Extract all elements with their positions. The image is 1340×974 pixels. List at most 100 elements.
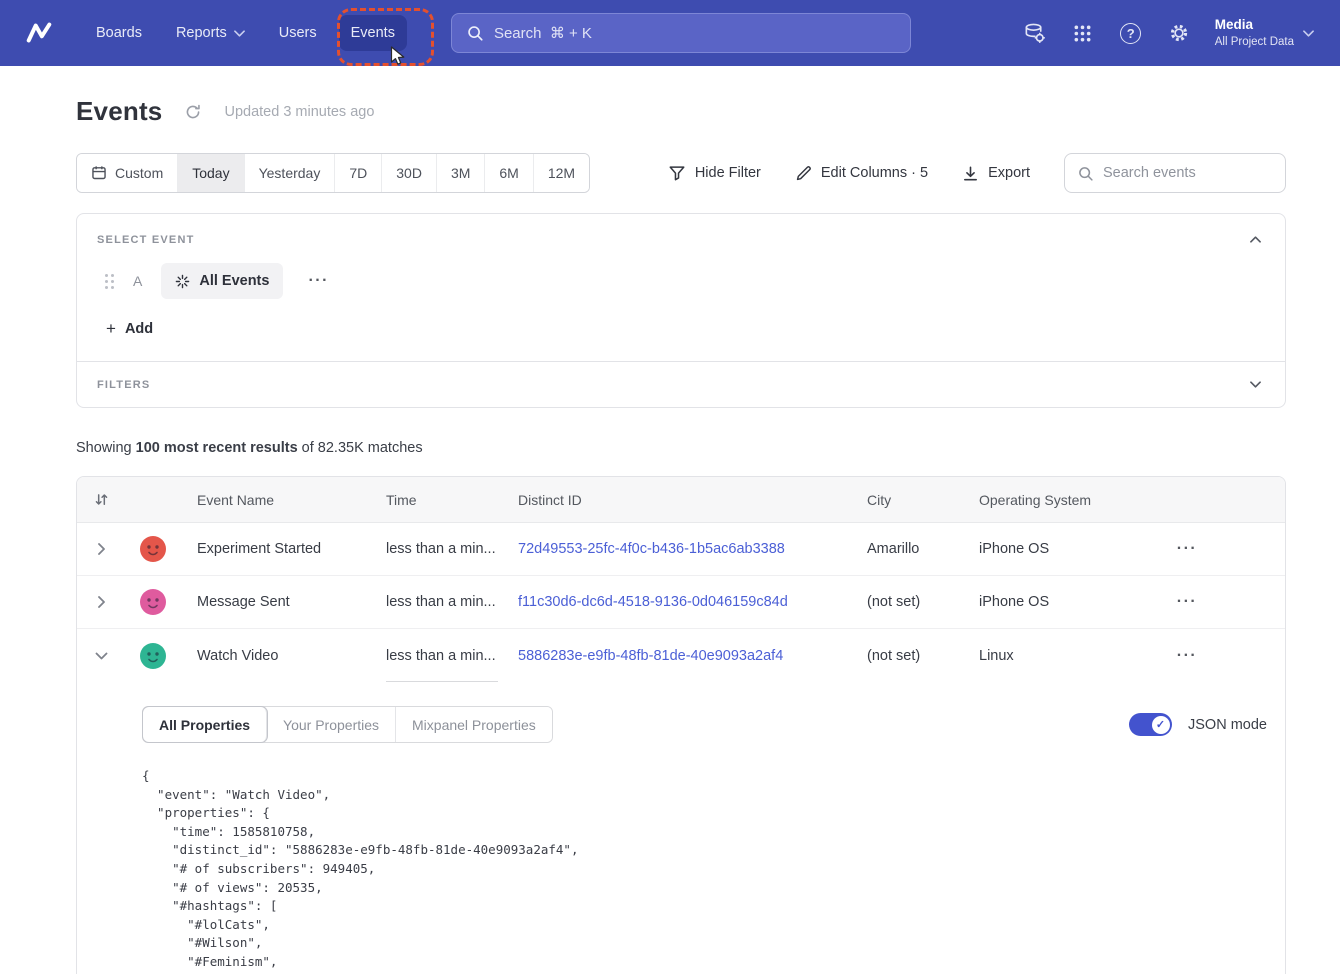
sparkle-icon <box>175 274 190 289</box>
row-collapse-icon[interactable] <box>77 650 125 662</box>
column-header-time[interactable]: Time <box>386 492 518 508</box>
date-button-today[interactable]: Today <box>178 154 244 192</box>
date-button-label: 7D <box>349 165 367 181</box>
date-button-12m[interactable]: 12M <box>534 154 589 192</box>
json-mode-label: JSON mode <box>1188 717 1267 733</box>
event-detail-panel: All Properties Your Properties Mixpanel … <box>77 682 1285 974</box>
main-content: Events Updated 3 minutes ago Custom Toda… <box>0 66 1340 974</box>
row-expander-icon[interactable] <box>77 543 125 555</box>
event-selector-button[interactable]: All Events <box>161 263 283 299</box>
distinct-id-link[interactable]: 5886283e-e9fb-48fb-81de-40e9093a2af4 <box>518 648 783 664</box>
add-event-label: Add <box>125 321 153 337</box>
sort-arrows-icon <box>94 492 109 507</box>
download-icon <box>962 165 979 182</box>
row-more-icon[interactable]: ··· <box>1159 647 1215 665</box>
event-city: (not set) <box>867 594 979 610</box>
nav-item-reports[interactable]: Reports <box>164 15 257 51</box>
event-time: less than a min... <box>386 648 496 664</box>
row-expander-icon[interactable] <box>77 596 125 608</box>
event-os: iPhone OS <box>979 541 1159 557</box>
results-count: 100 most recent results <box>136 440 298 456</box>
search-icon <box>466 24 484 42</box>
date-button-label: Yesterday <box>259 165 321 181</box>
nav-item-users[interactable]: Users <box>267 15 329 51</box>
global-search[interactable] <box>451 13 911 53</box>
nav-item-events[interactable]: Events <box>339 15 407 51</box>
global-search-input[interactable] <box>494 25 896 42</box>
event-avatar <box>140 589 166 615</box>
distinct-id-link[interactable]: 72d49553-25fc-4f0c-b436-1b5ac6ab3388 <box>518 541 785 557</box>
json-mode-toggle[interactable]: ✓ <box>1129 713 1172 736</box>
event-avatar <box>140 643 166 669</box>
hide-filter-button[interactable]: Hide Filter <box>668 164 761 182</box>
page-header: Events Updated 3 minutes ago <box>76 96 1286 127</box>
date-range-group: Custom Today Yesterday 7D 30D 3M 6M 12M <box>76 153 590 193</box>
event-name: Experiment Started <box>181 541 386 557</box>
sort-column-header[interactable] <box>77 492 125 507</box>
column-header-distinct-id[interactable]: Distinct ID <box>518 492 867 508</box>
row-more-icon[interactable]: ··· <box>1159 540 1215 558</box>
column-header-os[interactable]: Operating System <box>979 492 1159 508</box>
results-summary: Showing 100 most recent results of 82.35… <box>76 440 1286 456</box>
settings-gear-icon[interactable] <box>1167 21 1191 45</box>
column-header-city[interactable]: City <box>867 492 979 508</box>
add-event-button[interactable]: + Add <box>106 319 153 339</box>
chevron-down-icon <box>1303 30 1314 37</box>
results-suffix: of 82.35K matches <box>298 440 423 456</box>
event-avatar <box>140 536 166 562</box>
query-builder-card: SELECT EVENT A All Events ··· + Add <box>76 213 1286 408</box>
collapse-section-button[interactable] <box>1246 232 1265 247</box>
date-button-yesterday[interactable]: Yesterday <box>245 154 336 192</box>
date-button-label: 30D <box>396 165 422 181</box>
nav-right-cluster: ? Media All Project Data <box>1023 17 1314 49</box>
tab-your-properties[interactable]: Your Properties <box>267 707 396 742</box>
table-row[interactable]: Watch Video less than a min... 5886283e-… <box>77 629 1285 682</box>
top-nav: Boards Reports Users Events <box>0 0 1340 66</box>
export-label: Export <box>988 165 1030 181</box>
events-search-input[interactable] <box>1103 165 1273 181</box>
search-icon <box>1077 165 1094 182</box>
date-button-custom[interactable]: Custom <box>77 154 178 192</box>
refresh-button[interactable] <box>184 103 202 121</box>
table-row[interactable]: Experiment Started less than a min... 72… <box>77 523 1285 576</box>
tab-mixpanel-properties[interactable]: Mixpanel Properties <box>396 707 552 742</box>
date-button-3m[interactable]: 3M <box>437 154 485 192</box>
updated-timestamp: Updated 3 minutes ago <box>224 104 374 120</box>
table-header-row: Event Name Time Distinct ID City Operati… <box>77 477 1285 523</box>
date-button-label: 3M <box>451 165 470 181</box>
nav-item-boards[interactable]: Boards <box>84 15 154 51</box>
primary-nav: Boards Reports Users Events <box>84 15 407 51</box>
mixpanel-logo-icon <box>24 18 54 48</box>
project-scope: All Project Data <box>1215 35 1294 49</box>
apps-grid-icon[interactable] <box>1071 21 1095 45</box>
project-switcher[interactable]: Media All Project Data <box>1215 17 1314 49</box>
mixpanel-logo[interactable] <box>24 17 56 49</box>
page-title: Events <box>76 96 162 127</box>
tab-all-properties[interactable]: All Properties <box>143 707 267 742</box>
event-city: Amarillo <box>867 541 979 557</box>
event-os: iPhone OS <box>979 594 1159 610</box>
date-button-30d[interactable]: 30D <box>382 154 437 192</box>
date-button-label: 12M <box>548 165 575 181</box>
event-os: Linux <box>979 648 1159 664</box>
pencil-icon <box>795 165 812 182</box>
column-header-event-name[interactable]: Event Name <box>181 492 386 508</box>
select-event-label: SELECT EVENT <box>97 234 195 246</box>
table-row[interactable]: Message Sent less than a min... f11c30d6… <box>77 576 1285 629</box>
selected-event-label: All Events <box>199 273 269 289</box>
filters-section[interactable]: FILTERS <box>77 361 1285 407</box>
export-button[interactable]: Export <box>962 165 1030 182</box>
date-button-7d[interactable]: 7D <box>335 154 382 192</box>
row-more-icon[interactable]: ··· <box>1159 593 1215 611</box>
nav-item-label: Users <box>279 25 317 41</box>
distinct-id-link[interactable]: f11c30d6-dc6d-4518-9136-0d046159c84d <box>518 594 788 610</box>
event-time: less than a min... <box>386 541 496 557</box>
data-management-icon[interactable] <box>1023 21 1047 45</box>
events-search[interactable] <box>1064 153 1286 193</box>
help-icon[interactable]: ? <box>1119 21 1143 45</box>
edit-columns-button[interactable]: Edit Columns · 5 <box>795 165 928 182</box>
expand-filters-button[interactable] <box>1246 377 1265 392</box>
date-button-6m[interactable]: 6M <box>485 154 533 192</box>
drag-handle[interactable] <box>105 274 114 289</box>
event-more-icon[interactable]: ··· <box>302 268 334 294</box>
